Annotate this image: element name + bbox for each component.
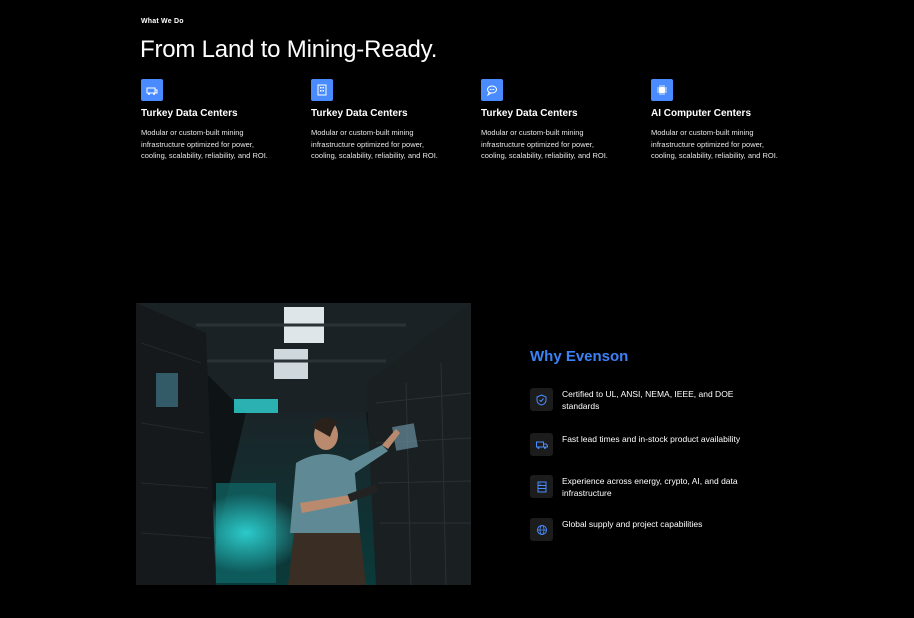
feature-title: Turkey Data Centers [141,108,238,119]
list-item: Global supply and project capabilities [530,517,770,541]
why-item-text: Experience across energy, crypto, AI, an… [562,476,738,498]
feature-card: Turkey Data Centers Modular or custom-bu… [481,79,621,162]
list-item: Fast lead times and in-stock product ava… [530,432,770,456]
shield-check-icon [530,388,553,411]
feature-title: Turkey Data Centers [481,108,578,119]
building-icon [311,79,333,101]
chat-bubble-icon [481,79,503,101]
list-item: Experience across energy, crypto, AI, an… [530,474,770,498]
feature-description: Modular or custom-built mining infrastru… [141,128,268,160]
server-icon [530,475,553,498]
why-item-text: Fast lead times and in-stock product ava… [562,434,741,444]
why-item-text: Certified to UL, ANSI, NEMA, IEEE, and D… [562,389,734,411]
feature-title: Turkey Data Centers [311,108,408,119]
chip-icon [651,79,673,101]
feature-card: Turkey Data Centers Modular or custom-bu… [311,79,451,162]
feature-title: AI Computer Centers [651,108,752,119]
feature-description: Modular or custom-built mining infrastru… [481,128,608,160]
why-evenson-title: Why Evenson [530,348,629,365]
list-item: Certified to UL, ANSI, NEMA, IEEE, and D… [530,387,770,411]
container-icon [141,79,163,101]
datacenter-photo [136,303,471,585]
eyebrow-label: What We Do [141,18,184,25]
globe-icon [530,518,553,541]
feature-card: Turkey Data Centers Modular or custom-bu… [141,79,281,162]
feature-description: Modular or custom-built mining infrastru… [651,128,778,160]
truck-icon [530,433,553,456]
feature-card: AI Computer Centers Modular or custom-bu… [651,79,791,162]
feature-description: Modular or custom-built mining infrastru… [311,128,438,160]
page-title: From Land to Mining-Ready. [140,36,438,63]
why-item-text: Global supply and project capabilities [562,519,703,529]
